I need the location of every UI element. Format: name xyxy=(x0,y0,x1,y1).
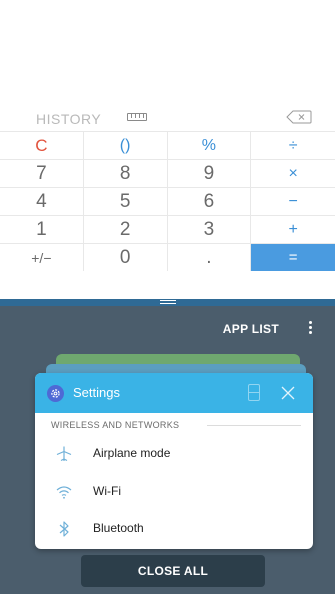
history-button[interactable]: HISTORY xyxy=(36,111,101,127)
split-handle-icon[interactable] xyxy=(160,300,176,304)
digit-6-key[interactable]: 6 xyxy=(167,187,252,215)
calculator-app: HISTORY C () % ÷ 7 8 9 × 4 5 6 − 1 2 3 +… xyxy=(0,0,335,299)
list-item-wifi[interactable]: Wi-Fi xyxy=(35,474,313,510)
percent-key[interactable]: % xyxy=(167,131,252,159)
equals-key[interactable]: = xyxy=(251,243,335,271)
gear-icon xyxy=(47,385,64,402)
list-item-label: Wi-Fi xyxy=(93,484,121,498)
list-item-airplane-mode[interactable]: Airplane mode xyxy=(35,436,313,472)
decimal-key[interactable]: . xyxy=(167,243,252,271)
ruler-icon[interactable] xyxy=(127,113,147,121)
digit-1-key[interactable]: 1 xyxy=(0,215,84,243)
divide-key[interactable]: ÷ xyxy=(251,131,335,159)
digit-7-key[interactable]: 7 xyxy=(0,159,84,187)
card-title: Settings xyxy=(73,385,120,400)
section-header: WIRELESS AND NETWORKS xyxy=(51,420,180,430)
app-list-button[interactable]: APP LIST xyxy=(223,322,279,336)
digit-4-key[interactable]: 4 xyxy=(0,187,84,215)
bluetooth-icon xyxy=(55,520,73,538)
clear-key[interactable]: C xyxy=(0,131,84,159)
sign-toggle-key[interactable]: +/− xyxy=(0,243,84,271)
keypad: C () % ÷ 7 8 9 × 4 5 6 − 1 2 3 + +/− 0 .… xyxy=(0,131,335,299)
more-options-icon[interactable] xyxy=(309,321,313,335)
card-header: Settings xyxy=(35,373,313,413)
digit-9-key[interactable]: 9 xyxy=(167,159,252,187)
list-item-bluetooth[interactable]: Bluetooth xyxy=(35,511,313,547)
recent-apps-panel: APP LIST Settings WIRELESS AND NETWORKS xyxy=(0,306,335,594)
close-icon[interactable] xyxy=(279,384,297,402)
section-divider xyxy=(207,425,301,426)
digit-3-key[interactable]: 3 xyxy=(167,215,252,243)
subtract-key[interactable]: − xyxy=(251,187,335,215)
digit-5-key[interactable]: 5 xyxy=(83,187,168,215)
settings-recent-card[interactable]: Settings WIRELESS AND NETWORKS Airplane … xyxy=(35,373,313,549)
close-all-button[interactable]: CLOSE ALL xyxy=(81,555,265,587)
list-item-label: Bluetooth xyxy=(93,521,144,535)
digit-8-key[interactable]: 8 xyxy=(83,159,168,187)
digit-0-key[interactable]: 0 xyxy=(83,243,168,271)
airplane-icon xyxy=(55,445,73,463)
calculator-display xyxy=(0,0,335,104)
wifi-icon xyxy=(55,483,73,501)
multiply-key[interactable]: × xyxy=(251,159,335,187)
parentheses-key[interactable]: () xyxy=(83,131,168,159)
add-key[interactable]: + xyxy=(251,215,335,243)
backspace-icon[interactable] xyxy=(286,110,312,124)
digit-2-key[interactable]: 2 xyxy=(83,215,168,243)
calculator-toolbar: HISTORY xyxy=(0,104,335,131)
list-item-label: Airplane mode xyxy=(93,446,171,460)
split-view-icon[interactable] xyxy=(248,384,260,401)
